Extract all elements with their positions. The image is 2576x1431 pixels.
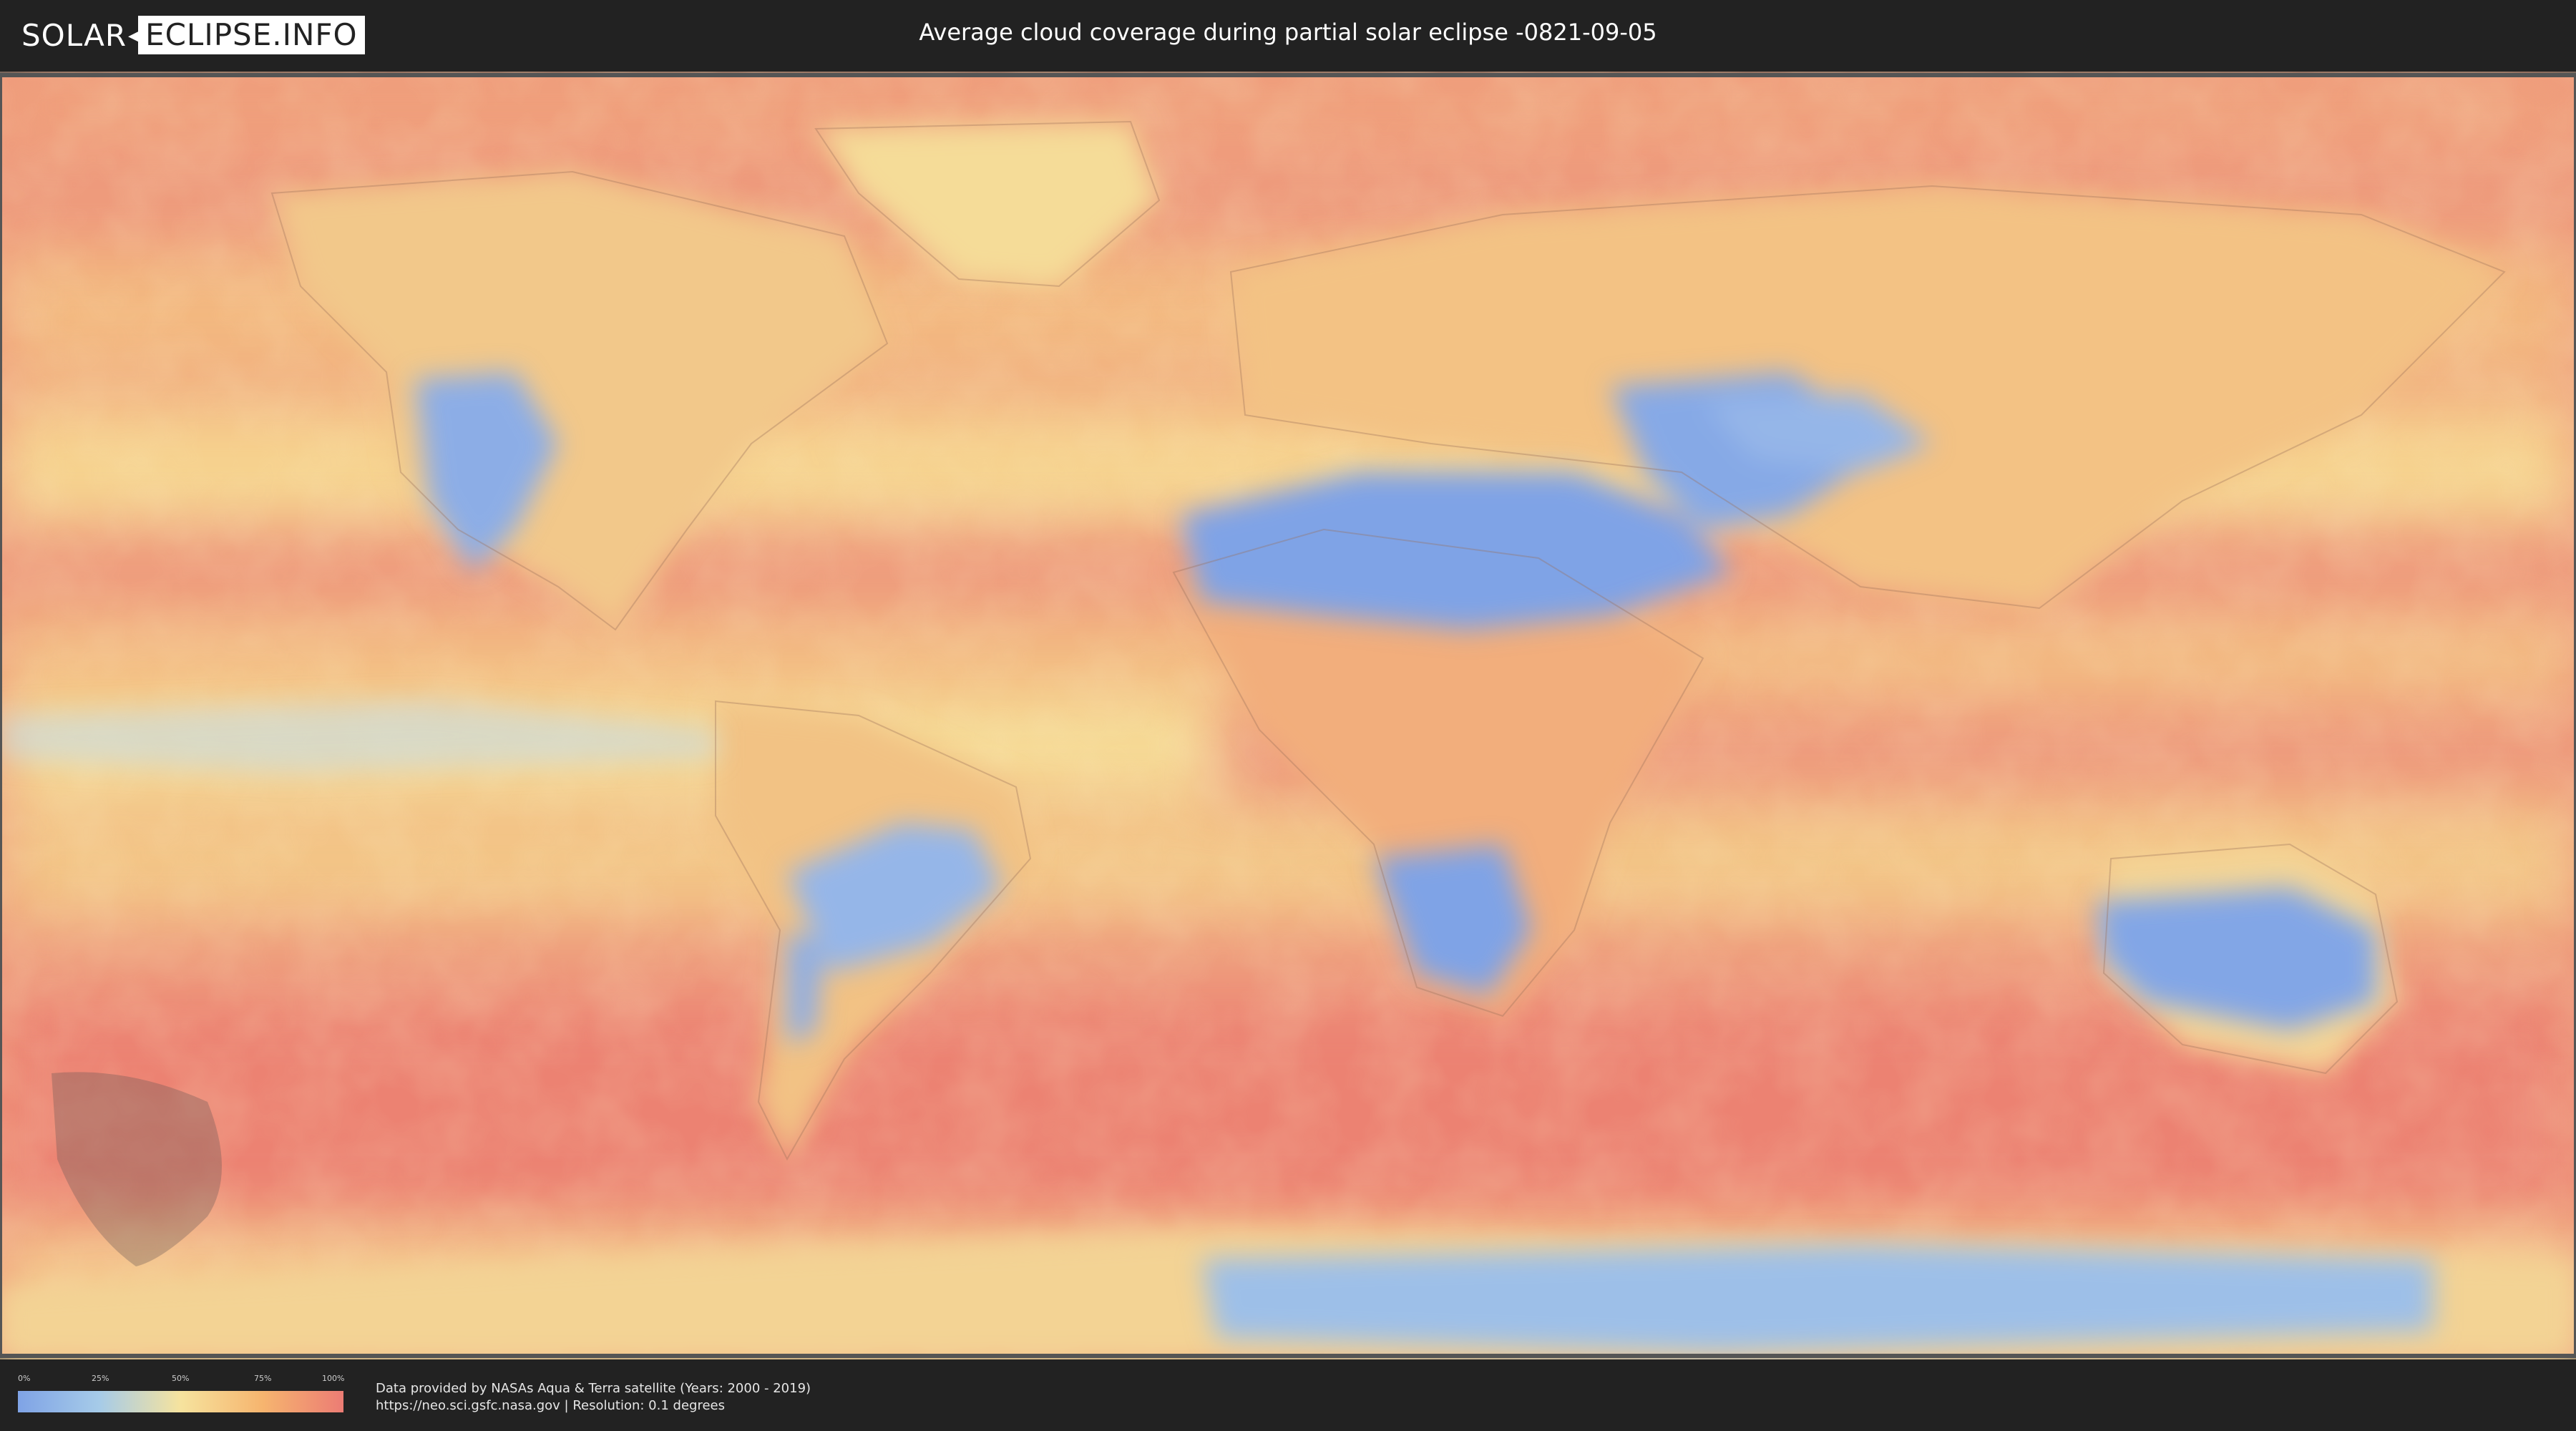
data-source-link[interactable]: https://neo.sci.gsfc.nasa.gov | Resoluti… <box>376 1398 725 1413</box>
legend-tick-25: 25% <box>92 1374 109 1383</box>
legend-tick-100: 100% <box>322 1374 345 1383</box>
world-map-svg <box>0 73 2576 1359</box>
footer-bar: 0% 25% 50% 75% 100% Data provided by NAS… <box>0 1359 2576 1431</box>
header-bar: SOLAR ◂ ECLIPSE.INFO Average cloud cover… <box>0 0 2576 72</box>
page-title: Average cloud coverage during partial so… <box>919 19 1657 46</box>
cloud-coverage-legend-bar <box>18 1391 343 1412</box>
legend-tick-0: 0% <box>18 1374 31 1383</box>
cloud-coverage-map[interactable] <box>0 72 2576 1359</box>
legend-tick-50: 50% <box>172 1374 190 1383</box>
legend-tick-75: 75% <box>254 1374 272 1383</box>
data-credit-line: Data provided by NASAs Aqua & Terra sate… <box>376 1381 811 1396</box>
